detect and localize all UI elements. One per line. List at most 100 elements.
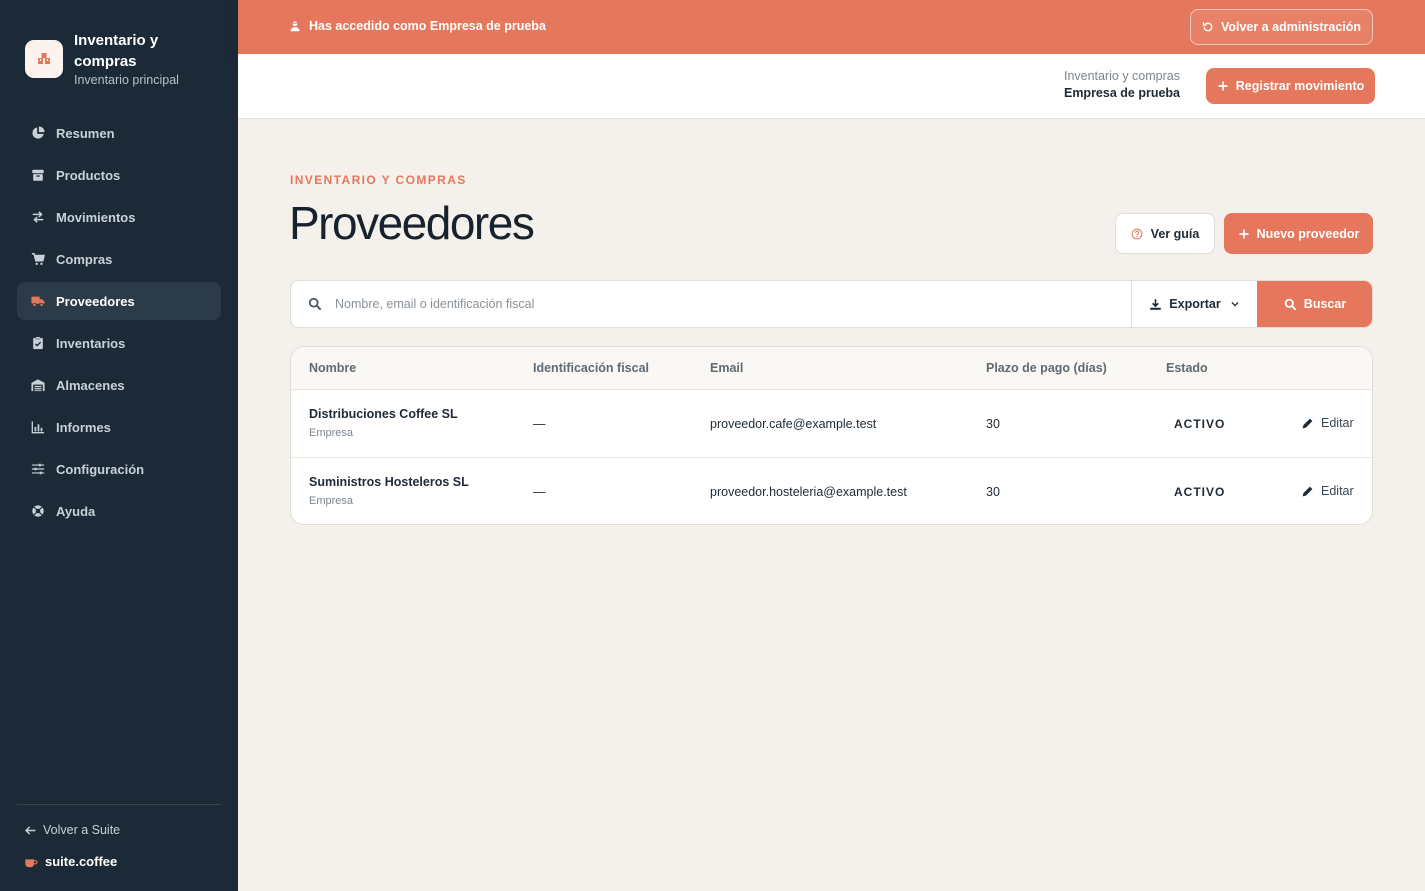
lifebuoy-icon xyxy=(30,504,45,519)
new-supplier-button[interactable]: Nuevo proveedor xyxy=(1224,213,1373,254)
banner-message: Has accedido como Empresa de prueba xyxy=(289,19,546,33)
search-button-label: Buscar xyxy=(1303,297,1347,311)
sidebar-item-label: Proveedores xyxy=(56,293,135,309)
sidebar-item-resumen[interactable]: Resumen xyxy=(17,114,221,152)
sidebar-item-inventarios[interactable]: Inventarios xyxy=(17,324,221,362)
status-badge: ACTIVO xyxy=(1174,417,1226,431)
download-icon xyxy=(1150,298,1162,310)
header-context: Inventario y compras Empresa de prueba xyxy=(1064,69,1180,100)
sidebar-item-label: Resumen xyxy=(56,125,115,141)
warehouse-icon xyxy=(30,378,45,393)
truck-icon xyxy=(30,294,45,309)
sidebar-item-label: Configuración xyxy=(56,461,145,477)
supplier-email: proveedor.cafe@example.test xyxy=(710,417,877,431)
sidebar-item-label: Ayuda xyxy=(56,503,96,519)
box-icon xyxy=(30,168,45,183)
banner-message-text: Has accedido como Empresa de prueba xyxy=(309,19,546,33)
column-header-payment-days[interactable]: Plazo de pago (días) xyxy=(986,361,1107,375)
plus-icon xyxy=(1239,229,1249,238)
page-title: Proveedores xyxy=(289,197,535,249)
edit-button[interactable]: Editar xyxy=(1301,416,1354,430)
user-secret-icon xyxy=(290,21,300,32)
sidebar-item-label: Compras xyxy=(56,251,113,267)
register-movement-button[interactable]: Registrar movimiento xyxy=(1206,68,1375,104)
supplier-payment-days: 30 xyxy=(986,417,1000,431)
column-header-status[interactable]: Estado xyxy=(1166,361,1208,375)
sidebar: Inventario y compras Inventario principa… xyxy=(0,0,238,891)
question-circle-icon xyxy=(1131,228,1143,239)
search-input[interactable] xyxy=(335,281,1125,327)
status-badge: ACTIVO xyxy=(1174,485,1226,499)
back-to-suite-label: Volver a Suite xyxy=(43,823,121,837)
search-bar: Exportar Buscar xyxy=(290,280,1373,328)
view-guide-label: Ver guía xyxy=(1150,226,1200,241)
supplier-payment-days: 30 xyxy=(986,485,1000,499)
sidebar-item-ayuda[interactable]: Ayuda xyxy=(17,492,221,530)
sidebar-item-compras[interactable]: Compras xyxy=(17,240,221,278)
search-icon xyxy=(308,297,322,311)
sidebar-item-proveedores[interactable]: Proveedores xyxy=(17,282,221,320)
header-app-name: Inventario y compras xyxy=(1063,69,1180,83)
edit-button[interactable]: Editar xyxy=(1301,484,1354,498)
suite-brand-label: suite.coffee xyxy=(45,854,118,869)
page-eyebrow: INVENTARIO Y COMPRAS xyxy=(290,173,467,187)
sidebar-item-label: Inventarios xyxy=(56,335,126,351)
sidebar-item-configuracion[interactable]: Configuración xyxy=(17,450,221,488)
table-header: Nombre Identificación fiscal Email Plazo… xyxy=(291,347,1372,390)
sidebar-item-label: Informes xyxy=(56,419,111,435)
supplier-type: Empresa xyxy=(309,427,354,439)
table-row[interactable]: Suministros Hosteleros SL Empresa — prov… xyxy=(291,458,1372,524)
sidebar-item-productos[interactable]: Productos xyxy=(17,156,221,194)
search-button[interactable]: Buscar xyxy=(1257,281,1372,327)
edit-label: Editar xyxy=(1321,416,1354,430)
sidebar-nav: Resumen Productos Movimientos Compras Pr… xyxy=(17,114,221,534)
search-icon xyxy=(1284,298,1297,310)
clipboard-check-icon xyxy=(30,336,45,351)
header: Inventario y compras Empresa de prueba R… xyxy=(238,54,1425,119)
impersonation-banner: Has accedido como Empresa de prueba Volv… xyxy=(238,0,1425,54)
brand: Inventario y compras Inventario principa… xyxy=(25,30,204,87)
pencil-icon xyxy=(1302,486,1313,496)
supplier-name[interactable]: Distribuciones Coffee SL xyxy=(309,407,458,421)
cart-icon xyxy=(30,252,45,267)
view-guide-button[interactable]: Ver guía xyxy=(1115,213,1215,254)
supplier-tax-id: — xyxy=(533,417,546,431)
sidebar-item-label: Movimientos xyxy=(56,209,136,225)
table-row[interactable]: Distribuciones Coffee SL Empresa — prove… xyxy=(291,390,1372,458)
sidebar-item-movimientos[interactable]: Movimientos xyxy=(17,198,221,236)
app-logo-icon xyxy=(25,40,63,78)
back-to-admin-button[interactable]: Volver a administración xyxy=(1190,9,1373,45)
sidebar-divider xyxy=(17,804,221,805)
back-to-admin-label: Volver a administración xyxy=(1220,20,1362,34)
export-label: Exportar xyxy=(1169,297,1221,311)
column-header-tax-id[interactable]: Identificación fiscal xyxy=(533,361,649,375)
sliders-icon xyxy=(30,462,45,477)
edit-label: Editar xyxy=(1321,484,1354,498)
suppliers-table: Nombre Identificación fiscal Email Plazo… xyxy=(290,346,1373,525)
sidebar-item-label: Productos xyxy=(56,167,121,183)
arrows-exchange-icon xyxy=(30,210,45,225)
plus-icon xyxy=(1218,81,1228,91)
coffee-cup-icon xyxy=(25,858,38,867)
sidebar-item-almacenes[interactable]: Almacenes xyxy=(17,366,221,404)
pencil-icon xyxy=(1302,418,1313,428)
column-header-name[interactable]: Nombre xyxy=(309,361,356,375)
suite-brand: suite.coffee xyxy=(24,854,117,869)
brand-subtitle: Inventario principal xyxy=(74,73,179,87)
column-header-email[interactable]: Email xyxy=(710,361,743,375)
sidebar-item-label: Almacenes xyxy=(56,377,125,393)
bar-chart-icon xyxy=(30,420,45,435)
undo-icon xyxy=(1202,22,1213,32)
supplier-name[interactable]: Suministros Hosteleros SL xyxy=(309,475,469,489)
arrow-left-icon xyxy=(24,825,36,835)
export-dropdown[interactable]: Exportar xyxy=(1131,281,1257,327)
supplier-tax-id: — xyxy=(533,485,546,499)
header-company-name: Empresa de prueba xyxy=(1063,86,1180,100)
pie-chart-icon xyxy=(30,126,45,141)
supplier-email: proveedor.hosteleria@example.test xyxy=(710,485,907,499)
back-to-suite-link[interactable]: Volver a Suite xyxy=(24,823,120,837)
brand-title: Inventario y compras xyxy=(74,32,159,70)
sidebar-item-informes[interactable]: Informes xyxy=(17,408,221,446)
register-movement-label: Registrar movimiento xyxy=(1235,79,1365,93)
new-supplier-label: Nuevo proveedor xyxy=(1256,226,1360,241)
